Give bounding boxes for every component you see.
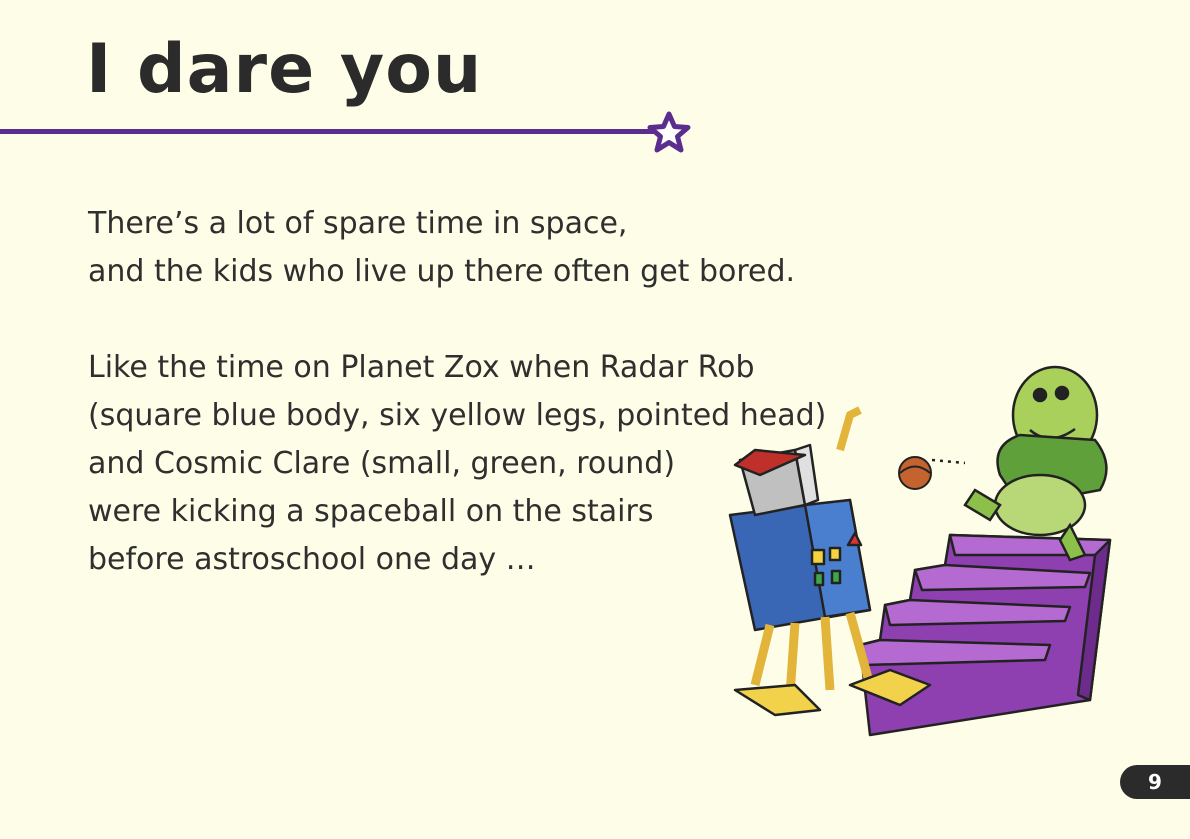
line: and the kids who live up there often get… [88,254,796,289]
illustration-robot-alien-stairs [728,365,1112,737]
paragraph-1: There’s a lot of spare time in space, an… [88,200,808,296]
star-icon [647,111,691,153]
line: There’s a lot of spare time in space, [88,206,628,241]
alien [963,365,1108,562]
page-number-badge: 9 [1120,765,1190,799]
title-underline [0,129,654,134]
page-title: I dare you [86,30,483,109]
spaceball [898,456,932,490]
